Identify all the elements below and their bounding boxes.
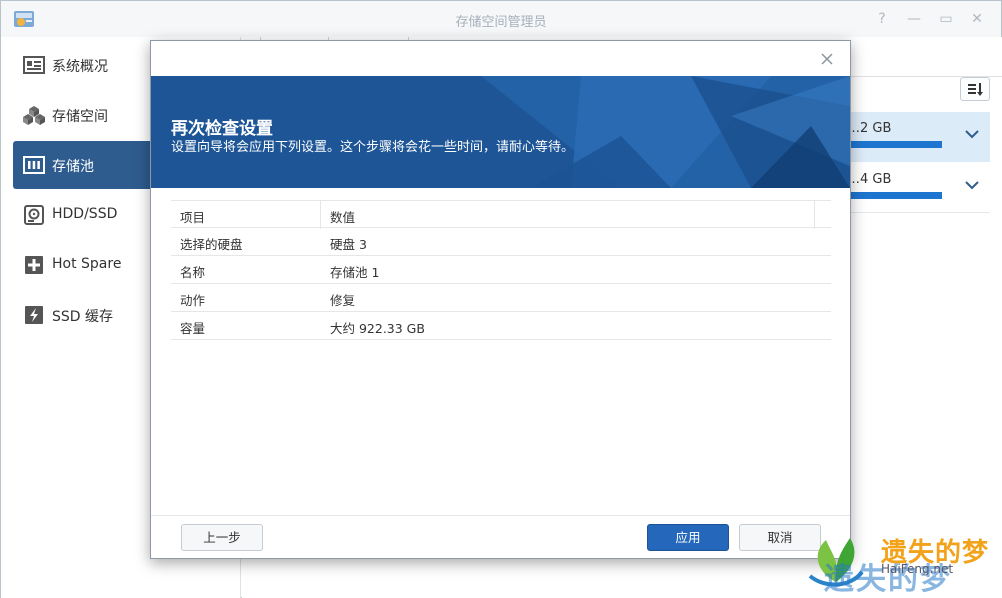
sidebar-item-label: 存储池 (52, 159, 94, 175)
lightning-icon (25, 306, 43, 324)
apply-button[interactable]: 应用 (647, 524, 729, 551)
chevron-down-icon[interactable] (962, 175, 982, 195)
sort-button[interactable] (960, 77, 990, 101)
sidebar-item-label: 存储空间 (52, 109, 108, 125)
disk-icon (24, 205, 44, 225)
dialog-footer-divider (151, 515, 850, 516)
dialog-subtitle: 设置向导将会应用下列设置。这个步骤将会花一些时间，请耐心等待。 (171, 140, 575, 155)
settings-summary-table: 项目 数值 选择的硬盘 硬盘 3 名称 存储池 1 动作 修复 容量 大约 92… (171, 200, 831, 340)
sidebar-item-label: Hot Spare (52, 256, 122, 272)
maximize-icon[interactable]: ▭ (936, 9, 956, 29)
pool-usage-bar (842, 192, 942, 199)
pool-size: …2 GB (847, 121, 892, 136)
site-watermark: 遗失的梦 遗失的梦 HaiFeng.net (806, 528, 1002, 598)
column-divider (814, 201, 815, 229)
table-row: 名称 存储池 1 (171, 256, 831, 284)
chevron-down-icon[interactable] (962, 124, 982, 144)
close-icon[interactable] (817, 49, 837, 69)
row-label: 动作 (180, 293, 206, 308)
column-header-item: 项目 (180, 210, 206, 225)
column-divider (320, 201, 321, 229)
watermark-url: HaiFeng.net (881, 562, 954, 576)
row-value: 硬盘 3 (330, 237, 367, 252)
sidebar-item-label: 系统概况 (52, 59, 108, 75)
column-header-value: 数值 (330, 210, 356, 225)
review-settings-dialog: 再次检查设置 设置向导将会应用下列设置。这个步骤将会花一些时间，请耐心等待。 项… (150, 40, 851, 559)
row-value: 大约 922.33 GB (330, 321, 425, 336)
sidebar-item-label: SSD 缓存 (52, 309, 114, 325)
sort-icon (968, 83, 983, 96)
dialog-titlebar[interactable] (151, 41, 850, 76)
help-icon[interactable]: ? (872, 9, 892, 29)
pool-size: …4 GB (847, 172, 892, 187)
close-window-icon[interactable]: ✕ (967, 9, 987, 29)
minimize-icon[interactable]: — (904, 9, 924, 29)
row-label: 容量 (180, 321, 206, 336)
table-row: 选择的硬盘 硬盘 3 (171, 228, 831, 256)
row-value: 存储池 1 (330, 265, 380, 280)
sidebar-item-label: HDD/SSD (52, 206, 118, 222)
window-title: 存储空间管理员 (455, 15, 547, 30)
row-label: 名称 (180, 265, 206, 280)
cubes-icon (23, 106, 45, 125)
storage-pool-icon (23, 156, 45, 174)
row-label: 选择的硬盘 (180, 237, 243, 252)
window-titlebar[interactable]: 存储空间管理员 ? — ▭ ✕ (1, 1, 1001, 37)
back-button[interactable]: 上一步 (181, 524, 263, 551)
hot-spare-plus-icon (25, 256, 43, 274)
pool-usage-bar (842, 141, 942, 148)
dialog-header-banner: 再次检查设置 设置向导将会应用下列设置。这个步骤将会花一些时间，请耐心等待。 (151, 76, 850, 188)
table-header-row: 项目 数值 (171, 200, 831, 229)
overview-card-icon (23, 56, 45, 74)
table-row: 动作 修复 (171, 284, 831, 312)
table-row: 容量 大约 922.33 GB (171, 312, 831, 340)
row-value: 修复 (330, 293, 356, 308)
